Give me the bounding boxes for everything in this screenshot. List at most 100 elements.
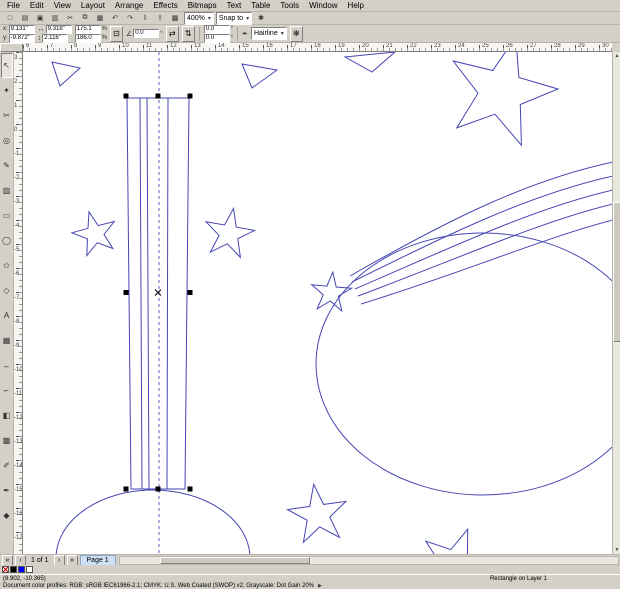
outline-pen-tool[interactable]: ✒ (1, 478, 13, 503)
paste-button[interactable]: ▦ (93, 12, 107, 25)
blend-tool[interactable]: ◧ (1, 403, 13, 428)
outline-width-select[interactable]: Hairline ▾ (250, 27, 287, 40)
eyedropper-tool[interactable]: ✐ (1, 453, 13, 478)
swatch-no-color[interactable] (2, 566, 9, 573)
open-button[interactable]: ▤ (18, 12, 32, 25)
next-page-button[interactable]: › (53, 554, 65, 566)
text-tool[interactable]: A (1, 303, 13, 328)
menu-bitmaps[interactable]: Bitmaps (183, 0, 222, 11)
page-tab-1[interactable]: Page 1 (79, 554, 116, 566)
vertical-scrollbar[interactable]: ▲ ▼ (612, 52, 620, 554)
basic-shapes-tool[interactable]: ◇ (1, 278, 13, 303)
lock-ratio-button[interactable]: ⊡ (110, 25, 124, 42)
scale-y-field[interactable]: 186.0 (74, 33, 101, 43)
triangle-shape-1[interactable] (51, 61, 82, 87)
copy-button[interactable]: ⧉ (78, 12, 92, 25)
star-shape-3[interactable] (451, 52, 560, 147)
new-button[interactable]: □ (3, 12, 17, 25)
rotation-angle-field[interactable]: 0.0 (133, 29, 160, 38)
dimension-tool[interactable]: ↔ (1, 353, 13, 378)
zoom-level-select[interactable]: 400% ▾ (184, 11, 214, 25)
redo-button[interactable]: ↷ (123, 12, 137, 25)
swatch-white[interactable] (26, 566, 33, 573)
menu-edit[interactable]: Edit (25, 0, 49, 11)
corner-bottom-field[interactable]: 0.0 (203, 33, 230, 43)
save-button[interactable]: ▣ (33, 12, 47, 25)
horizontal-ruler[interactable]: 6 7 8 9 10 11 12 13 14 15 16 17 18 19 20 21 22 23 24 25 26 27… (23, 43, 612, 52)
scroll-up-icon[interactable]: ▲ (613, 52, 620, 60)
menu-arrange[interactable]: Arrange (110, 0, 148, 11)
transparency-tool[interactable]: ▩ (1, 428, 13, 453)
shape-tool[interactable]: ✦ (1, 78, 13, 103)
selection-handle[interactable] (155, 486, 161, 492)
ellipse-tool[interactable]: ◯ (1, 228, 13, 253)
import-button[interactable]: ⇩ (138, 12, 152, 25)
expand-status-icon[interactable]: ▶ (318, 583, 322, 589)
menu-window[interactable]: Window (304, 0, 342, 11)
menu-help[interactable]: Help (343, 0, 369, 11)
selection-handle[interactable] (155, 93, 161, 99)
menu-view[interactable]: View (49, 0, 76, 11)
mirror-vertical-button[interactable]: ⇅ (181, 25, 195, 42)
last-page-button[interactable]: » (66, 554, 78, 566)
zoom-tool[interactable]: ◎ (1, 128, 13, 153)
selection-handle[interactable] (187, 290, 193, 295)
menu-table[interactable]: Table (246, 0, 275, 11)
fill-tool[interactable]: ◆ (1, 503, 13, 528)
connector-tool[interactable]: ⌐ (1, 378, 13, 403)
large-ellipse-shape[interactable] (315, 232, 612, 496)
snap-to-select[interactable]: Snap to ▾ (215, 11, 253, 25)
options-button[interactable]: ✱ (254, 12, 268, 25)
scale-x-field[interactable]: 175.1 (74, 24, 101, 34)
y-position-field[interactable]: -9.872" (8, 33, 35, 43)
selection-handle[interactable] (187, 93, 193, 99)
menu-layout[interactable]: Layout (76, 0, 110, 11)
first-page-button[interactable]: « (2, 554, 13, 566)
polygon-tool[interactable]: ✩ (1, 253, 13, 278)
horizontal-scrollbar[interactable] (118, 555, 619, 565)
star-shape-2[interactable] (204, 206, 257, 259)
selection-handle[interactable] (187, 486, 193, 492)
rectangle-tool[interactable]: ▭ (1, 203, 13, 228)
corner-top-field[interactable]: 0.0 (203, 24, 230, 34)
ruler-origin[interactable] (0, 43, 23, 52)
vertical-scroll-thumb[interactable] (613, 202, 620, 342)
application-launcher-button[interactable]: ▩ (168, 12, 182, 25)
star-shape-6[interactable] (424, 527, 492, 554)
star-shape-4[interactable] (310, 270, 354, 313)
menu-file[interactable]: File (2, 0, 25, 11)
canvas-area[interactable] (23, 52, 612, 554)
star-shape-1[interactable] (70, 210, 116, 257)
selection-handle[interactable] (123, 290, 129, 295)
height-field[interactable]: 2.116" (42, 33, 69, 43)
star-shape-5[interactable] (285, 482, 348, 544)
menu-text[interactable]: Text (222, 0, 247, 11)
width-field[interactable]: 9.318" (45, 24, 72, 34)
x-position-field[interactable]: 9.131" (8, 24, 35, 34)
swatch-blue[interactable] (18, 566, 25, 573)
previous-page-button[interactable]: ‹ (15, 554, 26, 566)
column-shape[interactable] (126, 97, 190, 490)
print-button[interactable]: ▥ (48, 12, 62, 25)
scroll-down-icon[interactable]: ▼ (613, 546, 620, 554)
menu-effects[interactable]: Effects (148, 0, 182, 11)
vertical-ruler[interactable]: 3 2 1 0 -1 -2 -3 -4 -5 -6 -7 -8 -9 -10 -11 -12 -13 -14 -15… (14, 52, 23, 554)
cut-button[interactable]: ✂ (63, 12, 77, 25)
mirror-horizontal-button[interactable]: ⇄ (165, 25, 179, 42)
crop-tool[interactable]: ✂ (1, 103, 13, 128)
triangle-shape-3[interactable] (343, 52, 396, 73)
swatch-black[interactable] (10, 566, 17, 573)
selection-handle[interactable] (123, 93, 129, 99)
selection-center-mark[interactable] (154, 289, 162, 296)
triangle-shape-2[interactable] (241, 63, 279, 89)
dome-shape[interactable] (55, 489, 251, 554)
horizontal-scroll-thumb[interactable] (159, 556, 310, 564)
selection-handle[interactable] (123, 486, 129, 492)
pick-tool[interactable]: ↖ (0, 53, 13, 78)
smart-fill-tool[interactable]: ▨ (1, 178, 13, 203)
undo-button[interactable]: ↶ (108, 12, 122, 25)
freehand-tool[interactable]: ✎ (1, 153, 13, 178)
menu-tools[interactable]: Tools (275, 0, 304, 11)
drawing-canvas[interactable] (23, 52, 612, 554)
wrench-icon-button[interactable]: ✻ (289, 25, 303, 42)
